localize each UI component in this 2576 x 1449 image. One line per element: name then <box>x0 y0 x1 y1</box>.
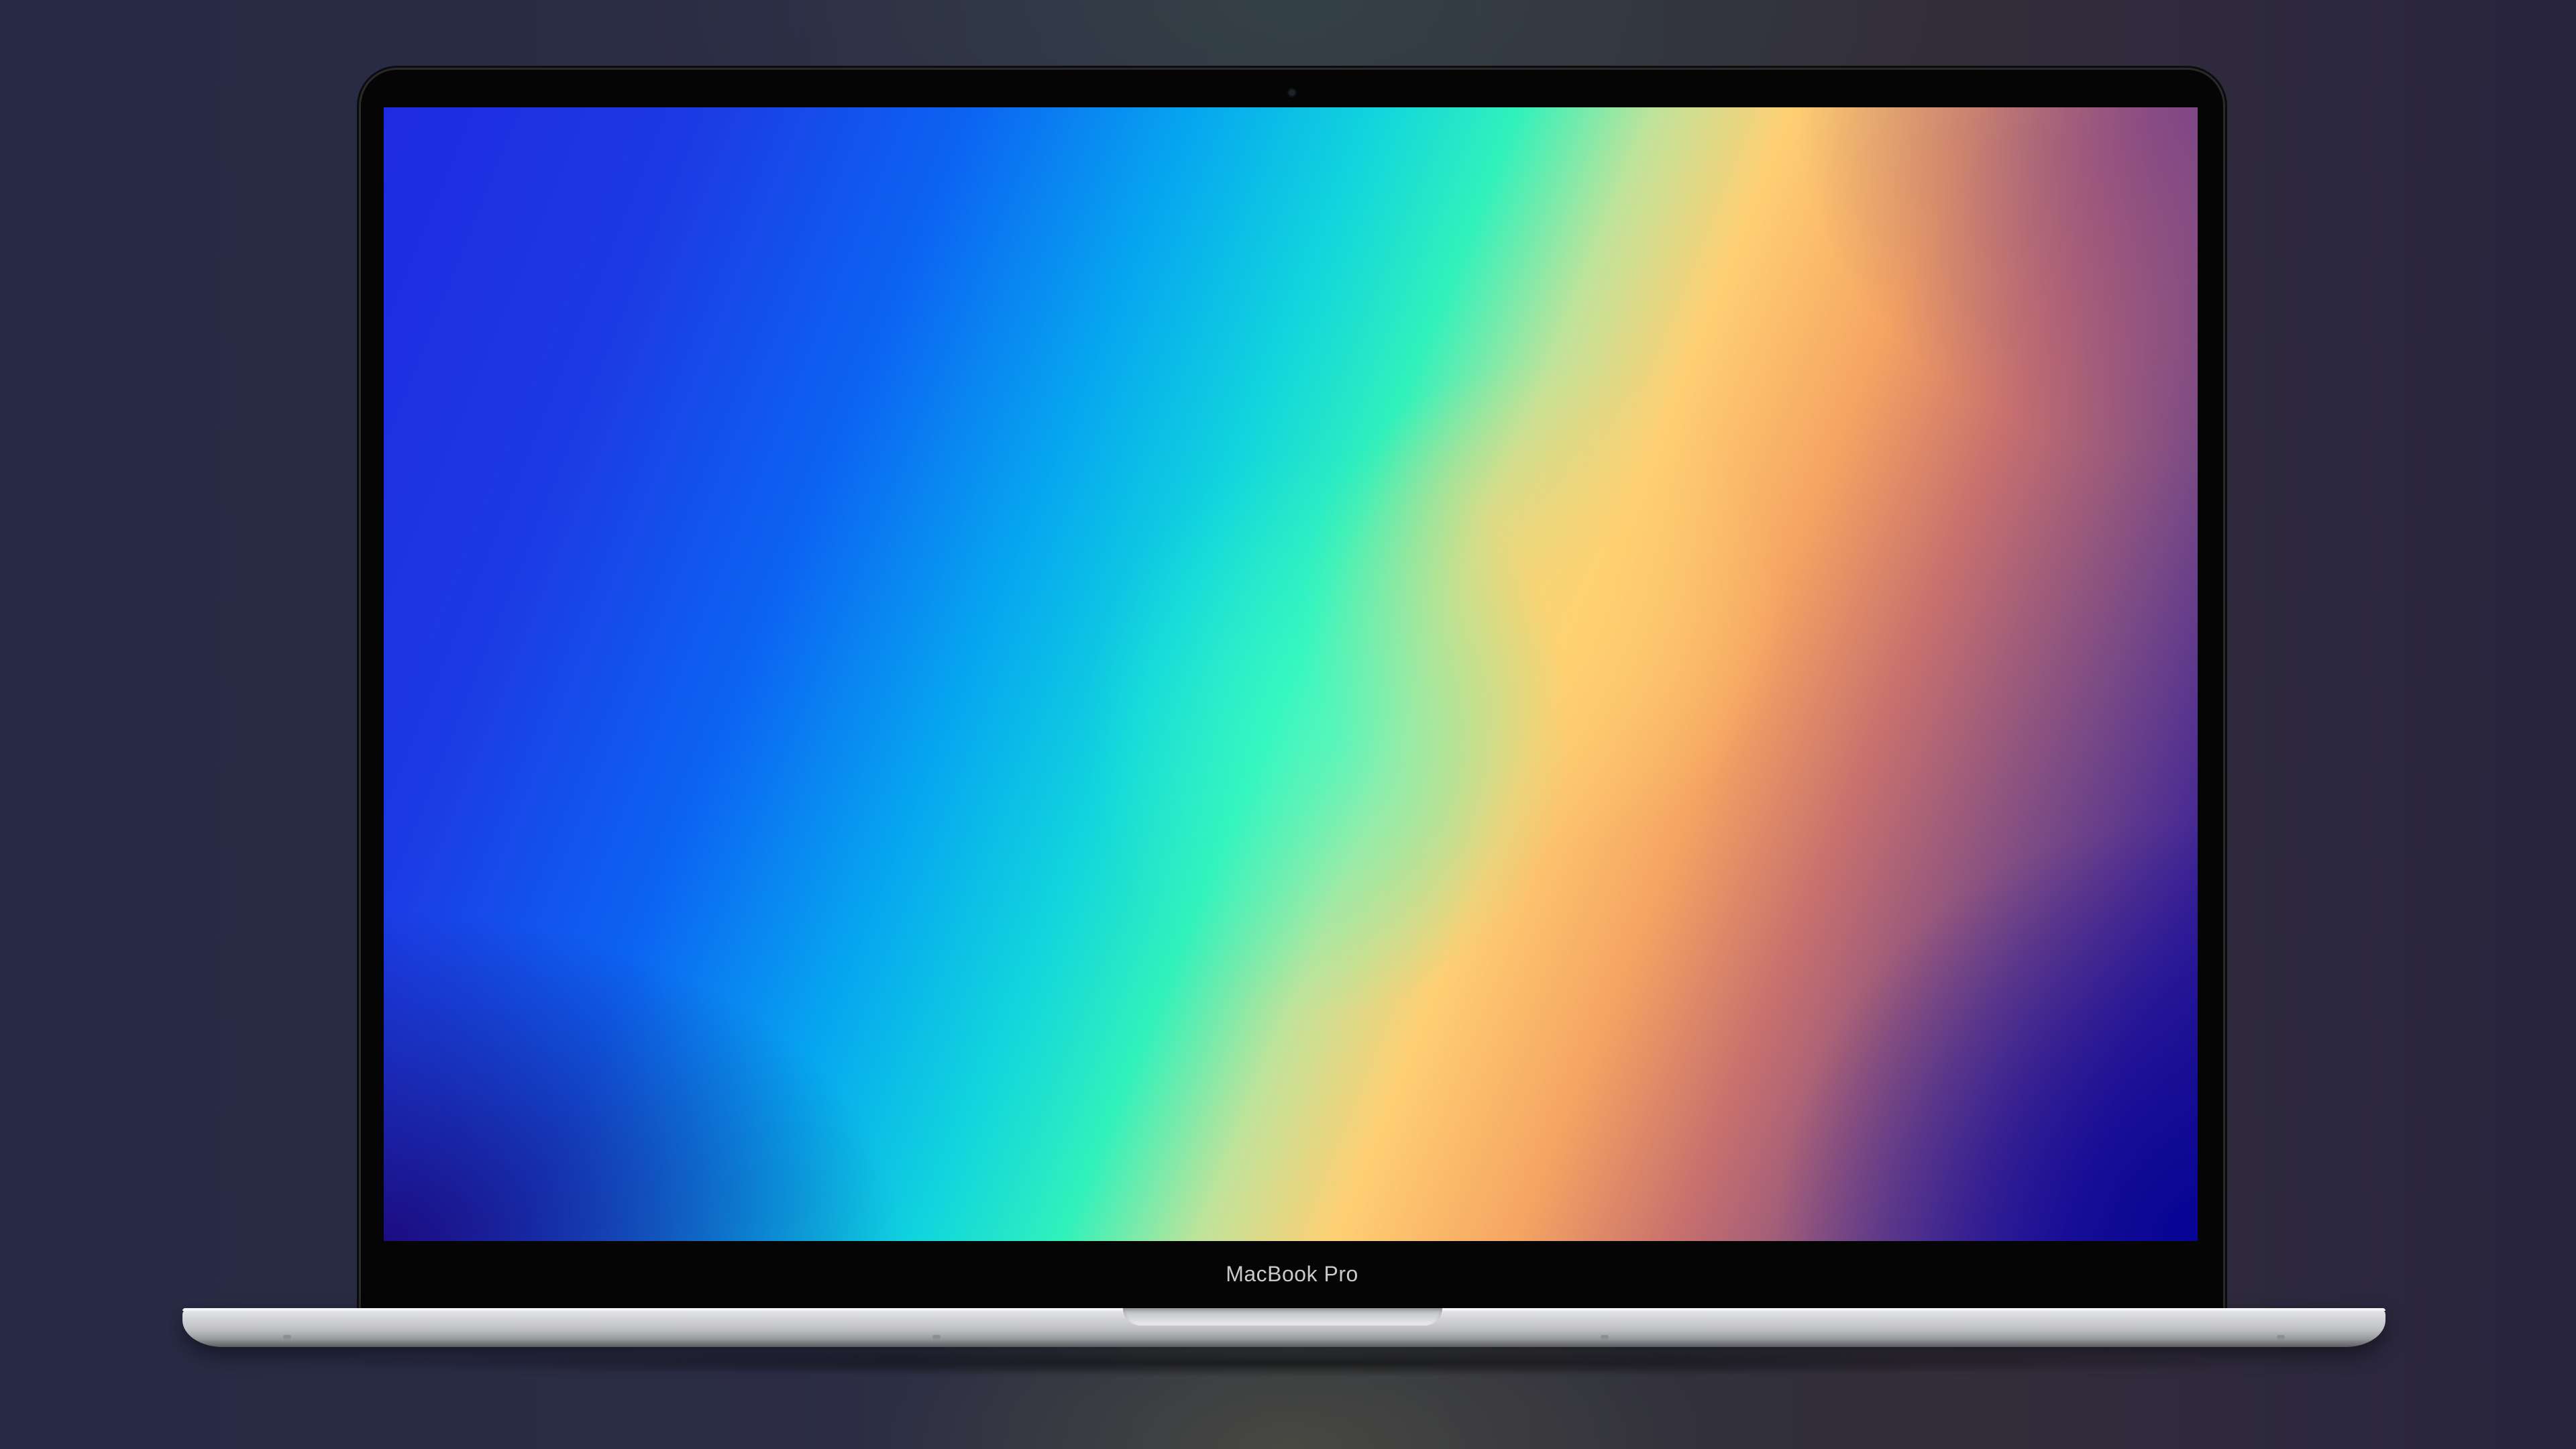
base-foot <box>283 1335 291 1339</box>
camera-icon <box>1289 89 1295 96</box>
laptop-lid: MacBook Pro <box>361 70 2223 1318</box>
base-foot <box>1601 1335 1609 1339</box>
laptop-shadow <box>282 1350 2294 1377</box>
laptop-base <box>182 1308 2385 1347</box>
screen-wallpaper <box>384 107 2198 1241</box>
base-foot <box>932 1335 941 1339</box>
lid-opening-notch <box>1123 1308 1442 1326</box>
base-foot <box>2277 1335 2285 1339</box>
brand-label: MacBook Pro <box>1226 1262 1358 1286</box>
